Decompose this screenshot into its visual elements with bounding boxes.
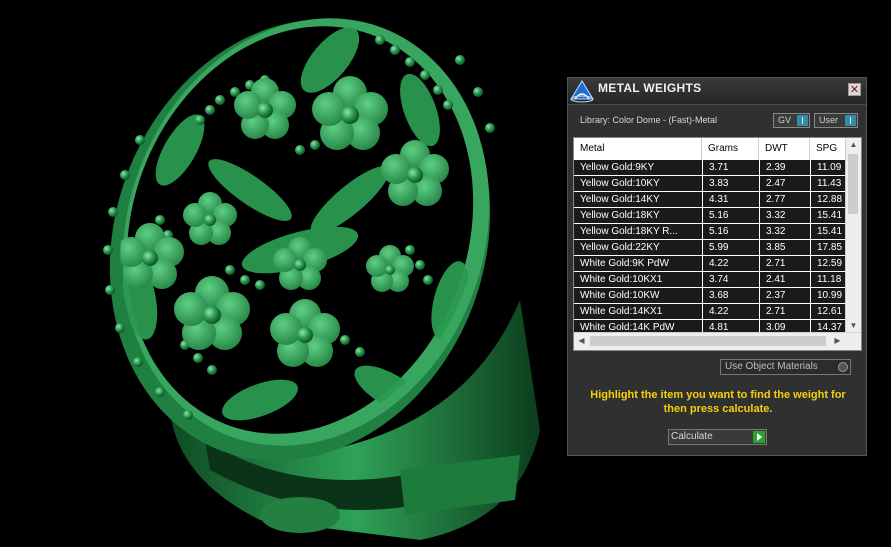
table-row[interactable]: Yellow Gold:18KY R... 5.16 3.32 15.41 xyxy=(574,224,845,240)
table-row[interactable]: Yellow Gold:10KY 3.83 2.47 11.43 xyxy=(574,176,845,192)
scroll-right-icon[interactable]: ▶ xyxy=(830,334,845,348)
spg-cell: 12.61 xyxy=(810,304,850,319)
metal-cell: Yellow Gold:18KY xyxy=(580,210,660,221)
use-object-materials-option[interactable]: Use Object Materials xyxy=(720,359,851,375)
panel-titlebar[interactable]: METAL WEIGHTS ✕ xyxy=(568,78,866,105)
metal-cell: White Gold:9K PdW xyxy=(580,258,669,269)
scroll-left-icon[interactable]: ◀ xyxy=(574,334,589,348)
dwt-cell: 3.85 xyxy=(759,240,810,255)
table-row[interactable]: White Gold:9K PdW 4.22 2.71 12.59 xyxy=(574,256,845,272)
close-button[interactable]: ✕ xyxy=(848,83,861,96)
gv-toggle[interactable]: GV xyxy=(773,113,810,128)
grams-cell: 5.16 xyxy=(702,224,759,239)
spg-cell: 17.85 xyxy=(810,240,850,255)
metal-cell: Yellow Gold:9KY xyxy=(580,162,655,173)
grams-cell: 5.16 xyxy=(702,208,759,223)
grams-cell: 3.83 xyxy=(702,176,759,191)
gv-toggle-label: GV xyxy=(778,115,792,125)
radio-icon xyxy=(838,362,848,372)
panel-title: METAL WEIGHTS xyxy=(598,81,702,95)
toggle-knob-icon xyxy=(797,115,808,126)
scroll-down-icon[interactable]: ▼ xyxy=(846,319,861,333)
user-toggle[interactable]: User xyxy=(814,113,858,128)
metal-cell: White Gold:10KX1 xyxy=(580,274,663,285)
table-row[interactable]: Yellow Gold:22KY 5.99 3.85 17.85 xyxy=(574,240,845,256)
grams-cell: 4.22 xyxy=(702,256,759,271)
calculate-label: Calculate xyxy=(671,431,713,442)
instruction-text: Highlight the item you want to find the … xyxy=(590,389,846,415)
dwt-cell: 2.77 xyxy=(759,192,810,207)
table-header: Metal Grams DWT SPG xyxy=(574,138,861,160)
metal-cell: Yellow Gold:14KY xyxy=(580,194,660,205)
grams-cell: 3.68 xyxy=(702,288,759,303)
dwt-cell: 2.71 xyxy=(759,304,810,319)
metal-cell: Yellow Gold:10KY xyxy=(580,178,660,189)
horizontal-scrollbar[interactable]: ◀ ▶ xyxy=(574,332,861,350)
grams-cell: 3.71 xyxy=(702,160,759,175)
toggle-knob-icon xyxy=(845,115,856,126)
spg-cell: 12.59 xyxy=(810,256,850,271)
spg-cell: 15.41 xyxy=(810,224,850,239)
column-header-metal[interactable]: Metal xyxy=(574,138,702,160)
vertical-scroll-thumb[interactable] xyxy=(848,154,858,214)
metal-cell: White Gold:10KW xyxy=(580,290,660,301)
spg-cell: 11.18 xyxy=(810,272,850,287)
table-row[interactable]: White Gold:14KX1 4.22 2.71 12.61 xyxy=(574,304,845,320)
calculate-button[interactable]: Calculate xyxy=(668,429,767,445)
dwt-cell: 2.71 xyxy=(759,256,810,271)
table-row[interactable]: Yellow Gold:14KY 4.31 2.77 12.88 xyxy=(574,192,845,208)
vertical-scrollbar[interactable]: ▲ ▼ xyxy=(845,138,861,333)
column-header-grams[interactable]: Grams xyxy=(702,138,759,160)
spg-cell: 12.88 xyxy=(810,192,850,207)
dwt-cell: 3.32 xyxy=(759,224,810,239)
horizontal-scroll-thumb[interactable] xyxy=(590,336,826,346)
table-row[interactable]: White Gold:10KX1 3.74 2.41 11.18 xyxy=(574,272,845,288)
metal-cell: Yellow Gold:22KY xyxy=(580,242,660,253)
metal-table[interactable]: Metal Grams DWT SPG Yellow Gold:9KY 3.71 2… xyxy=(573,137,862,351)
grams-cell: 4.22 xyxy=(702,304,759,319)
table-row[interactable]: Yellow Gold:18KY 5.16 3.32 15.41 xyxy=(574,208,845,224)
spg-cell: 11.09 xyxy=(810,160,850,175)
dwt-cell: 2.39 xyxy=(759,160,810,175)
dwt-cell: 2.47 xyxy=(759,176,810,191)
metal-weights-panel: METAL WEIGHTS ✕ Library: Color Dome - (F… xyxy=(567,77,867,456)
grams-cell: 4.31 xyxy=(702,192,759,207)
library-label: Library: Color Dome - (Fast)-Metal xyxy=(580,115,718,125)
metal-cell: Yellow Gold:18KY R... xyxy=(580,226,678,237)
dwt-cell: 2.37 xyxy=(759,288,810,303)
scroll-up-icon[interactable]: ▲ xyxy=(846,138,861,152)
grams-cell: 5.99 xyxy=(702,240,759,255)
table-body: Yellow Gold:9KY 3.71 2.39 11.09 Yellow Gold:… xyxy=(574,160,845,336)
use-object-materials-label: Use Object Materials xyxy=(725,361,818,372)
table-row[interactable]: Yellow Gold:9KY 3.71 2.39 11.09 xyxy=(574,160,845,176)
user-toggle-label: User xyxy=(819,115,839,125)
grams-cell: 3.74 xyxy=(702,272,759,287)
column-header-spg[interactable]: SPG xyxy=(810,138,850,160)
table-row[interactable]: White Gold:10KW 3.68 2.37 10.99 xyxy=(574,288,845,304)
play-arrow-icon xyxy=(753,431,765,443)
dwt-cell: 3.32 xyxy=(759,208,810,223)
spg-cell: 11.43 xyxy=(810,176,850,191)
spg-cell: 10.99 xyxy=(810,288,850,303)
dwt-cell: 2.41 xyxy=(759,272,810,287)
metal-cell: White Gold:14KX1 xyxy=(580,306,663,317)
app-logo-icon xyxy=(570,80,594,103)
spg-cell: 15.41 xyxy=(810,208,850,223)
column-header-dwt[interactable]: DWT xyxy=(759,138,810,160)
